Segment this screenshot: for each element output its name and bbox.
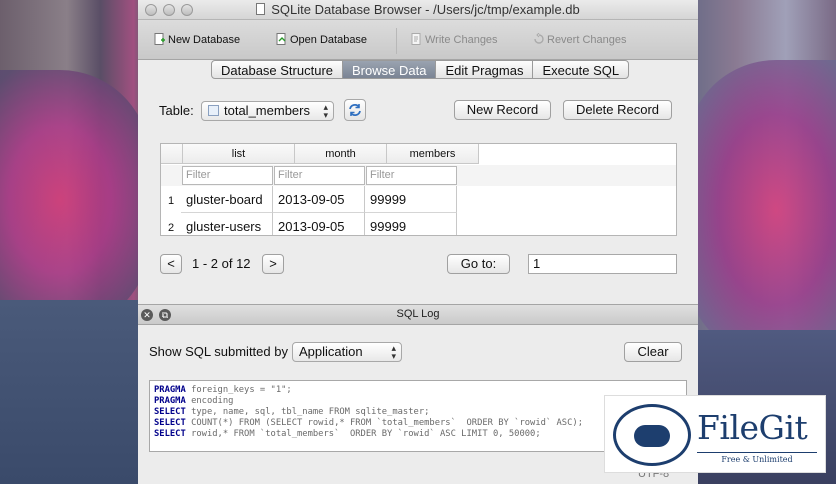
cell-month[interactable]: 2013-09-05 <box>273 186 365 213</box>
new-database-icon <box>154 33 165 45</box>
page-info: 1 - 2 of 12 <box>192 256 251 271</box>
table-select[interactable]: total_members ▴ ▾ <box>201 101 334 121</box>
filter-input-list[interactable]: Filter <box>182 166 273 185</box>
sql-log-title: SQL Log <box>396 308 440 320</box>
sql-log-titlebar: ✕ ⧉ SQL Log <box>138 304 698 325</box>
previous-page-button[interactable]: < <box>160 254 182 274</box>
sql-source-select[interactable]: Application ▴ ▾ <box>292 342 402 362</box>
row-header-corner <box>161 144 183 164</box>
cell-list[interactable]: gluster-users <box>181 213 273 235</box>
watermark-name: FileGit <box>697 408 808 447</box>
revert-changes-button[interactable]: Revert Changes <box>533 32 627 46</box>
toolbar-divider <box>396 28 397 54</box>
filter-input-month[interactable]: Filter <box>274 166 365 185</box>
document-icon <box>256 3 266 15</box>
next-page-button[interactable]: > <box>262 254 284 274</box>
filter-input-members[interactable]: Filter <box>366 166 457 185</box>
cell-month[interactable]: 2013-09-05 <box>273 213 365 235</box>
delete-record-button[interactable]: Delete Record <box>563 100 672 120</box>
table-label: Table: <box>159 103 194 118</box>
cell-members[interactable]: 99999 <box>365 213 457 235</box>
sql-line: SELECT type, name, sql, tbl_name FROM sq… <box>154 407 430 417</box>
window-title: SQLite Database Browser - /Users/jc/tmp/… <box>271 2 580 17</box>
cell-members[interactable]: 99999 <box>365 186 457 213</box>
clear-log-button[interactable]: Clear <box>624 342 682 362</box>
tab-execute-sql[interactable]: Execute SQL <box>533 61 628 78</box>
row-number[interactable]: 2 <box>161 222 181 234</box>
sql-line: PRAGMA foreign_keys = "1"; <box>154 385 292 395</box>
column-header-month[interactable]: month <box>295 144 387 164</box>
watermark: FileGit Free & Unlimited <box>604 395 826 473</box>
new-database-button[interactable]: New Database <box>154 33 240 46</box>
watermark-tagline: Free & Unlimited <box>697 452 817 464</box>
row-number[interactable]: 1 <box>161 195 181 207</box>
tab-browse-data[interactable]: Browse Data <box>343 61 437 78</box>
open-database-button[interactable]: Open Database <box>276 33 367 46</box>
filegit-logo-icon <box>613 404 691 466</box>
write-changes-button[interactable]: Write Changes <box>411 33 498 46</box>
goto-input[interactable]: 1 <box>528 254 677 274</box>
select-arrows-icon: ▴ ▾ <box>323 102 328 120</box>
refresh-button[interactable] <box>344 99 366 121</box>
column-header-list[interactable]: list <box>183 144 295 164</box>
sql-line: PRAGMA encoding <box>154 396 234 406</box>
write-changes-icon <box>411 33 422 45</box>
open-database-icon <box>276 33 287 45</box>
main-tabs: Database Structure Browse Data Edit Prag… <box>211 60 630 79</box>
new-record-button[interactable]: New Record <box>454 100 551 120</box>
sql-line: SELECT rowid,* FROM `total_members` ORDE… <box>154 429 541 439</box>
background-art <box>0 300 150 484</box>
table-icon <box>208 105 219 116</box>
column-header-members[interactable]: members <box>387 144 479 164</box>
sql-line: SELECT COUNT(*) FROM (SELECT rowid,* FRO… <box>154 418 583 428</box>
background-art <box>0 70 150 330</box>
tab-database-structure[interactable]: Database Structure <box>212 61 344 78</box>
tab-edit-pragmas[interactable]: Edit Pragmas <box>436 61 534 78</box>
data-grid: list month members Filter Filter Filter … <box>160 143 677 236</box>
title-bar[interactable]: SQLite Database Browser - /Users/jc/tmp/… <box>138 0 698 20</box>
select-arrows-icon: ▴ ▾ <box>391 343 396 361</box>
goto-button[interactable]: Go to: <box>447 254 510 274</box>
background-art <box>686 60 836 360</box>
cell-list[interactable]: gluster-board <box>181 186 273 213</box>
show-sql-label: Show SQL submitted by <box>149 344 288 359</box>
revert-changes-icon <box>533 32 544 45</box>
toolbar: New Database Open Database Write Changes… <box>138 20 698 60</box>
refresh-icon <box>349 104 361 116</box>
